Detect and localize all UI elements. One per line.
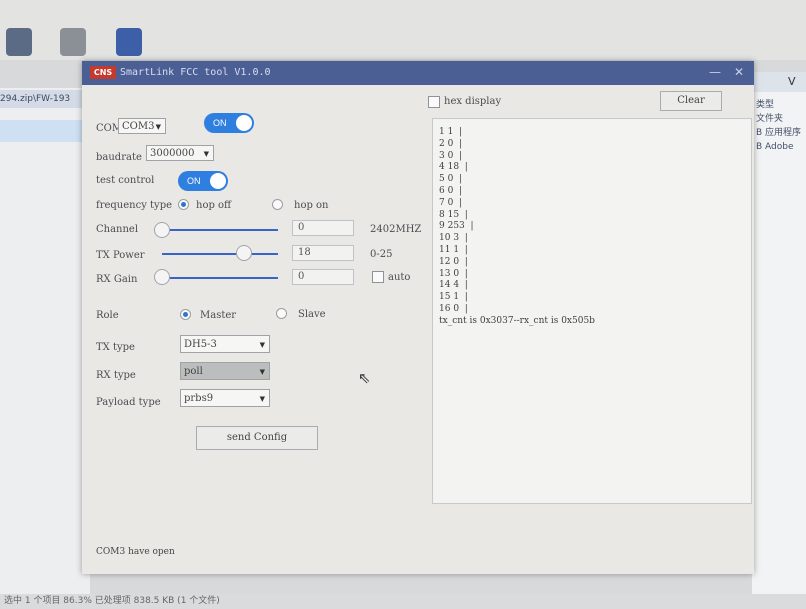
auto-label: auto [388, 272, 411, 283]
status-message: COM3 have open [96, 547, 175, 557]
tx-type-select[interactable]: DH5-3 ▼ [180, 335, 270, 353]
rx-type-select[interactable]: poll ▼ [180, 362, 270, 380]
rx-gain-slider-handle[interactable] [154, 269, 170, 285]
chevron-down-icon: ▼ [203, 150, 209, 158]
auto-checkbox[interactable] [372, 271, 384, 283]
toggle-knob [210, 173, 226, 189]
log-line: 6 0 | [439, 185, 463, 196]
hop-off-label: hop off [196, 200, 232, 211]
title-bar[interactable]: CNS SmartLink FCC tool V1.0.0 — ✕ [82, 61, 754, 85]
toggle-knob [236, 115, 252, 131]
log-line: 12 0 | [439, 256, 468, 267]
app-shortcut-icon[interactable] [116, 28, 142, 56]
payload-type-select[interactable]: prbs9 ▼ [180, 389, 270, 407]
window-title: SmartLink FCC tool V1.0.0 [120, 67, 271, 78]
rx-type-value: poll [184, 366, 203, 377]
chevron-down-icon: ▼ [259, 395, 265, 403]
slave-label: Slave [298, 309, 326, 320]
rx-type-label: RX type [96, 370, 136, 381]
explorer-path[interactable]: 294.zip\FW-193 [0, 90, 90, 108]
log-line: 13 0 | [439, 268, 468, 279]
role-label: Role [96, 310, 119, 321]
send-config-button[interactable]: send Config [196, 426, 318, 450]
explorer-status-bar: 选中 1 个项目 86.3% 已处理项 838.5 KB (1 个文件) [0, 594, 806, 609]
close-button[interactable]: ✕ [728, 61, 750, 85]
column-header[interactable]: V [752, 72, 806, 92]
explorer-selected-row[interactable] [0, 120, 90, 142]
log-line: 10 3 | [439, 233, 468, 244]
log-summary-line: tx_cnt is 0x3037--rx_cnt is 0x505b [439, 315, 595, 326]
fcc-tool-window: CNS SmartLink FCC tool V1.0.0 — ✕ COM CO… [82, 61, 754, 574]
chevron-down-icon: ▼ [155, 123, 161, 131]
log-line: 8 15 | [439, 209, 468, 220]
tx-power-range: 0-25 [370, 249, 393, 260]
explorer-row[interactable]: B Adobe [752, 140, 806, 154]
frequency-type-label: frequency type [96, 200, 173, 211]
channel-slider-handle[interactable] [154, 222, 170, 238]
clear-button[interactable]: Clear [660, 91, 722, 111]
log-line: 5 0 | [439, 174, 463, 185]
log-line: 11 1 | [439, 244, 468, 255]
com-toggle[interactable]: ON [204, 113, 254, 133]
desktop-shortcut-icon[interactable] [6, 28, 32, 56]
tx-type-value: DH5-3 [184, 339, 217, 350]
tx-power-label: TX Power [96, 250, 145, 261]
log-line: 7 0 | [439, 197, 463, 208]
rx-gain-value-field[interactable]: 0 [292, 269, 354, 285]
hop-off-radio[interactable] [178, 199, 189, 210]
log-line: 4 18 | [439, 162, 468, 173]
tx-power-slider-handle[interactable] [236, 245, 252, 261]
log-line: 15 1 | [439, 292, 468, 303]
log-line: 2 0 | [439, 138, 463, 149]
explorer-left-pane: 294.zip\FW-193 [0, 88, 90, 608]
baudrate-value: 3000000 [150, 148, 195, 159]
log-line: 3 0 | [439, 150, 463, 161]
com-toggle-label: ON [213, 118, 227, 128]
explorer-right-pane: V 类型 文件夹 B 应用程序 B Adobe [752, 72, 806, 608]
explorer-row[interactable]: 文件夹 [752, 112, 806, 126]
payload-type-value: prbs9 [184, 393, 214, 404]
baudrate-select[interactable]: 3000000 ▼ [146, 145, 214, 161]
log-line: 9 253 | [439, 221, 474, 232]
chevron-down-icon: ▼ [259, 368, 265, 376]
channel-label: Channel [96, 224, 139, 235]
hex-display-label: hex display [444, 96, 502, 107]
explorer-row[interactable]: 类型 [752, 98, 806, 112]
channel-frequency: 2402MHZ [370, 224, 422, 235]
app-logo: CNS [90, 66, 116, 79]
chevron-down-icon: ▼ [259, 341, 265, 349]
log-line: 1 1 | [439, 127, 463, 137]
log-line: 16 0 | [439, 303, 468, 314]
rx-gain-label: RX Gain [96, 274, 138, 285]
channel-value-field[interactable]: 0 [292, 220, 354, 236]
baudrate-label: baudrate [96, 152, 142, 163]
mouse-cursor-icon: ⇖ [358, 369, 371, 387]
slave-radio[interactable] [276, 308, 287, 319]
explorer-row[interactable]: B 应用程序 [752, 126, 806, 140]
payload-type-label: Payload type [96, 397, 161, 408]
com-port-select[interactable]: COM3 ▼ [118, 118, 166, 134]
test-control-toggle-label: ON [187, 176, 201, 186]
minimize-button[interactable]: — [704, 61, 726, 85]
output-log[interactable]: 1 1 | 2 0 | 3 0 | 4 18 | 5 0 | 6 0 | 7 0… [432, 118, 752, 504]
hop-on-radio[interactable] [272, 199, 283, 210]
recycle-bin-icon[interactable] [60, 28, 86, 56]
master-radio[interactable] [180, 309, 191, 320]
log-line: 14 4 | [439, 280, 468, 291]
hop-on-label: hop on [294, 200, 329, 211]
rx-gain-slider-track[interactable] [162, 277, 278, 279]
channel-slider-track[interactable] [162, 229, 278, 231]
tx-type-label: TX type [96, 342, 135, 353]
test-control-label: test control [96, 175, 155, 186]
com-port-value: COM3 [122, 121, 155, 132]
master-label: Master [200, 310, 237, 321]
hex-display-checkbox[interactable] [428, 96, 440, 108]
test-control-toggle[interactable]: ON [178, 171, 228, 191]
tx-power-slider-track[interactable] [162, 253, 278, 255]
tx-power-value-field[interactable]: 18 [292, 245, 354, 261]
